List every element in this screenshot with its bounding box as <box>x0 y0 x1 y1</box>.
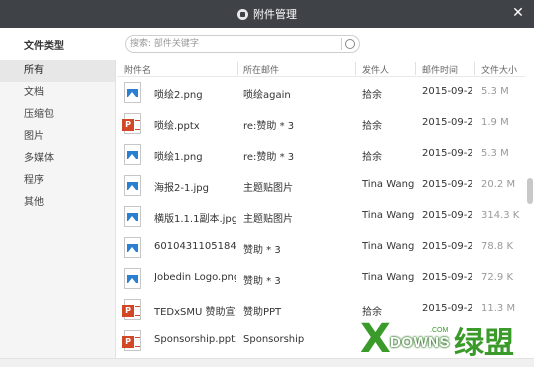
attachment-size: 1.9 M <box>481 117 509 128</box>
attachment-name: 唢绘.pptx <box>154 121 200 132</box>
table-row[interactable]: 唢绘1.png re:赞助 * 3 拾余 2015-09-2 5.3 M <box>117 139 525 170</box>
ppt-file-icon: P <box>122 330 141 351</box>
table-row[interactable]: 海报2-1.jpg 主题贴图片 Tina Wang 2015-09-2 20.2… <box>117 170 525 201</box>
attachment-name: 唢绘2.png <box>154 90 203 101</box>
attachment-size: 78.8 K <box>481 241 514 252</box>
attachment-sender: Tina Wang <box>362 210 414 221</box>
attachment-size: 5.3 M <box>481 148 509 159</box>
attachment-time: 2015-09-2 <box>422 210 472 221</box>
attachment-mail: re:赞助 * 3 <box>243 121 295 132</box>
column-divider[interactable] <box>355 62 356 75</box>
attachment-name: Sponsorship.pptx <box>154 334 236 345</box>
search-input[interactable] <box>130 37 340 51</box>
attachment-sender: 拾余 <box>362 121 382 132</box>
image-file-icon <box>124 206 141 227</box>
sidebar-item-documents[interactable]: 文档 <box>0 82 115 104</box>
attachment-time: 2015-09-2 <box>422 86 472 97</box>
column-divider[interactable] <box>474 62 475 75</box>
attachment-size: 11.3 M <box>481 303 516 314</box>
column-header-time[interactable]: 邮件时间 <box>422 63 458 76</box>
column-header-size[interactable]: 文件大小 <box>481 63 517 76</box>
column-header-mail[interactable]: 所在邮件 <box>243 63 279 76</box>
watermark-logo: X .COM DOWNS 绿盟 <box>360 318 534 364</box>
attachment-manager-icon <box>237 8 248 20</box>
column-header-name[interactable]: 附件名 <box>124 63 151 76</box>
attachment-time: 2015-09-2 <box>422 148 472 159</box>
attachment-sender: Tina Wang <box>362 272 414 283</box>
table-row[interactable]: 横版1.1.1副本.jpg 主题贴图片 Tina Wang 2015-09-2 … <box>117 201 525 232</box>
attachment-time: 2015-09-2 <box>422 179 472 190</box>
image-file-icon <box>124 268 141 289</box>
title-bar: 附件管理 ✕ <box>0 0 534 28</box>
ppt-file-icon: P <box>122 299 141 320</box>
sidebar-item-other[interactable]: 其他 <box>0 192 115 214</box>
search-divider <box>341 38 342 50</box>
attachment-size: 20.2 M <box>481 179 516 190</box>
table-row[interactable]: P 唢绘.pptx re:赞助 * 3 拾余 2015-09-2 1.9 M <box>117 108 525 139</box>
attachment-name: TEDxSMU 赞助宣传 <box>154 307 236 318</box>
attachment-table: 附件名 所在邮件 发件人 邮件时间 文件大小 唢绘2.png 唢绘again 拾… <box>117 60 525 358</box>
sidebar-item-programs[interactable]: 程序 <box>0 170 115 192</box>
column-divider[interactable] <box>415 62 416 75</box>
attachment-mail: 主题贴图片 <box>243 214 293 225</box>
attachment-mail: 赞助 * 3 <box>243 276 281 287</box>
attachment-mail: re:赞助 * 3 <box>243 152 295 163</box>
search-box[interactable] <box>125 35 360 53</box>
column-divider[interactable] <box>237 62 238 75</box>
sidebar-item-multimedia[interactable]: 多媒体 <box>0 148 115 170</box>
attachment-mail: 赞助 * 3 <box>243 245 281 256</box>
title-wrap: 附件管理 <box>0 0 534 28</box>
attachment-name: 601043110518486 <box>154 241 236 252</box>
sidebar: 所有 文档 压缩包 图片 多媒体 程序 其他 <box>0 60 116 358</box>
watermark-brand: 绿盟 <box>454 326 514 361</box>
sidebar-item-all[interactable]: 所有 <box>0 60 115 82</box>
ppt-file-icon: P <box>122 113 141 134</box>
table-row[interactable]: 唢绘2.png 唢绘again 拾余 2015-09-2 5.3 M <box>117 77 525 108</box>
sidebar-item-images[interactable]: 图片 <box>0 126 115 148</box>
attachment-time: 2015-09-2 <box>422 272 472 283</box>
attachment-time: 2015-09-2 <box>422 117 472 128</box>
table-row[interactable]: Jobedin Logo.png 赞助 * 3 Tina Wang 2015-0… <box>117 263 525 294</box>
attachment-sender: 拾余 <box>362 152 382 163</box>
attachment-mail: 赞助PPT <box>243 307 282 318</box>
scrollbar-thumb[interactable] <box>527 178 533 204</box>
attachment-name: 横版1.1.1副本.jpg <box>154 214 236 225</box>
attachment-sender: 拾余 <box>362 90 382 101</box>
search-icon[interactable] <box>345 39 355 49</box>
attachment-size: 314.3 K <box>481 210 520 221</box>
table-header: 附件名 所在邮件 发件人 邮件时间 文件大小 <box>117 60 525 77</box>
attachment-mail: Sponsorship <box>243 334 305 345</box>
attachment-name: 海报2-1.jpg <box>154 183 209 194</box>
scrollbar-track[interactable] <box>526 60 534 358</box>
attachment-size: 72.9 K <box>481 272 514 283</box>
close-button[interactable]: ✕ <box>510 5 526 21</box>
attachment-sender: Tina Wang <box>362 241 414 252</box>
column-header-sender[interactable]: 发件人 <box>362 63 389 76</box>
window-title: 附件管理 <box>253 8 297 21</box>
file-type-header: 文件类型 <box>24 41 64 52</box>
watermark-com: .COM <box>430 327 449 334</box>
image-file-icon <box>124 82 141 103</box>
attachment-size: 5.3 M <box>481 86 509 97</box>
watermark-downs: DOWNS <box>390 334 450 351</box>
toolbar-row: 文件类型 <box>0 28 534 60</box>
attachment-name: 唢绘1.png <box>154 152 203 163</box>
attachment-time: 2015-09-2 <box>422 303 472 314</box>
attachment-time: 2015-09-2 <box>422 241 472 252</box>
sidebar-item-archives[interactable]: 压缩包 <box>0 104 115 126</box>
attachment-mail: 唢绘again <box>243 90 291 101</box>
attachment-sender: Tina Wang <box>362 179 414 190</box>
table-row[interactable]: 601043110518486 赞助 * 3 Tina Wang 2015-09… <box>117 232 525 263</box>
image-file-icon <box>124 144 141 165</box>
image-file-icon <box>124 175 141 196</box>
attachment-mail: 主题贴图片 <box>243 183 293 194</box>
attachment-name: Jobedin Logo.png <box>154 272 236 283</box>
image-file-icon <box>124 237 141 258</box>
